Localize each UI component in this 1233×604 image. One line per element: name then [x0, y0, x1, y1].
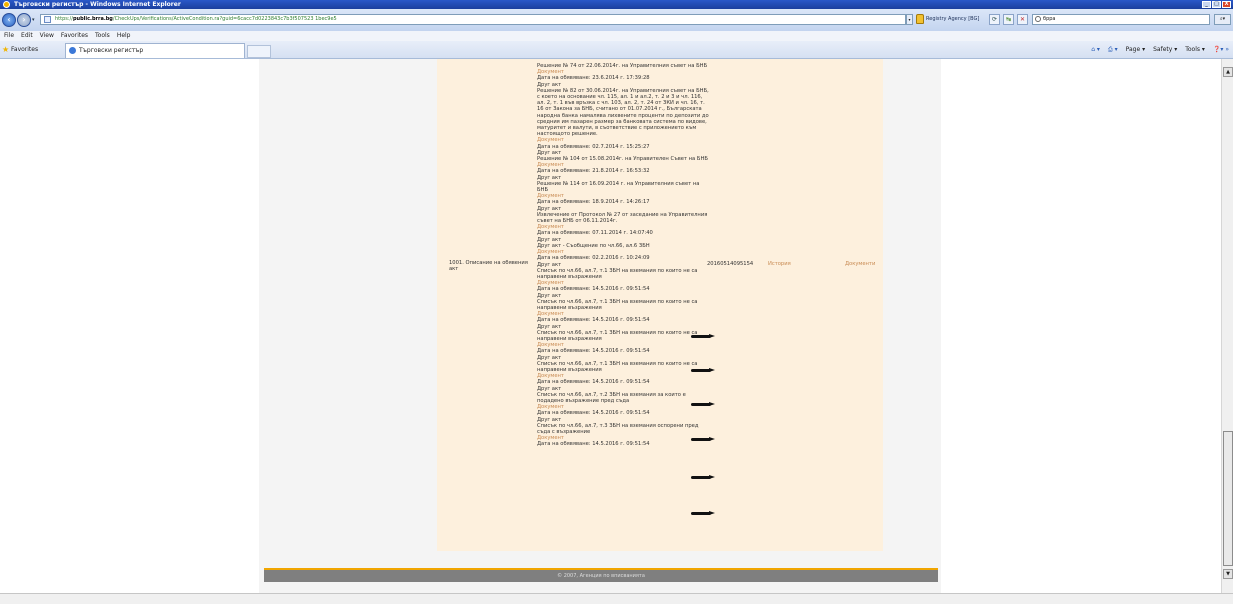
close-button[interactable]: X [1222, 1, 1231, 8]
url-domain: public.brra.bg [72, 16, 113, 22]
search-button[interactable]: ⌕▾ [1214, 14, 1231, 25]
entry-text: Решение № 82 от 30.06.2014г. на Управите… [537, 87, 709, 138]
address-bar: ‹ › ▾ https://public.brra.bg/CheckUps/Ve… [0, 9, 1233, 31]
menu-bar: File Edit View Favorites Tools Help [0, 31, 1233, 41]
entry-text: Решение № 114 от 16.09.2014 г. на Управи… [537, 180, 700, 194]
menu-view[interactable]: View [40, 31, 54, 41]
page-icon [44, 16, 51, 23]
page-menu[interactable]: Page ▾ [1126, 45, 1145, 55]
entry-text: Списък по чл.66, ал.7, т.1 ЗБН на вземан… [537, 329, 698, 342]
entry-text: Списък по чл.66, ал.7, т.1 ЗБН на вземан… [537, 298, 698, 311]
url-input[interactable]: https://public.brra.bg/CheckUps/Verifica… [40, 14, 906, 25]
menu-file[interactable]: File [4, 31, 14, 41]
entry-text: Извлечение от Протокол № 27 от заседание… [537, 211, 708, 225]
ie-tab-icon [69, 47, 76, 54]
minimize-button[interactable]: _ [1202, 1, 1211, 8]
field-label: 1001. Описание на обявения акт [449, 260, 528, 273]
safety-menu[interactable]: Safety ▾ [1153, 45, 1177, 55]
tools-menu[interactable]: Tools ▾ [1185, 45, 1205, 55]
search-value: бppa [1043, 16, 1056, 22]
star-icon: ★ [2, 45, 10, 54]
entry-text: Списък по чл.66, ал.7, т.2 ЗБН на вземан… [537, 391, 686, 404]
print-icon[interactable]: ⎙ ▾ [1108, 45, 1118, 55]
entry-text: Списък по чл.66, ал.7, т.1 ЗБН на вземан… [537, 267, 698, 280]
home-icon[interactable]: ⌂ ▾ [1091, 45, 1100, 55]
arrow-marker-icon [691, 334, 717, 339]
page-container: 1001. Описание на обявения акт Решение №… [259, 59, 941, 593]
window-title: Търговски регистър - Windows Internet Ex… [14, 1, 181, 8]
lock-icon[interactable] [916, 14, 924, 24]
url-scheme: https:// [55, 16, 73, 22]
url-path: /CheckUps/Verifications/ActiveCondition.… [112, 16, 337, 22]
arrow-marker-icon [691, 368, 717, 373]
help-icon[interactable]: ❓▾ » [1213, 45, 1229, 55]
vertical-scrollbar[interactable]: ▲ ▼ [1221, 59, 1233, 593]
menu-edit[interactable]: Edit [21, 31, 33, 41]
compatibility-view-icon[interactable]: ↹ [1003, 14, 1014, 25]
arrow-marker-icon [691, 475, 717, 480]
page-footer: © 2007, Агенция по вписванията [264, 568, 938, 582]
command-bar: ⌂ ▾ ⎙ ▾ Page ▾ Safety ▾ Tools ▾ ❓▾ » [1091, 45, 1229, 55]
favorites-button[interactable]: ★ Favorites [2, 45, 38, 55]
window-title-bar: Търговски регистър - Windows Internet Ex… [0, 0, 1233, 9]
scroll-up-icon[interactable]: ▲ [1223, 67, 1233, 77]
favorites-label: Favorites [11, 46, 39, 53]
history-link[interactable]: История [768, 261, 791, 267]
menu-tools[interactable]: Tools [95, 31, 110, 41]
url-dropdown-icon[interactable]: ▾ [906, 14, 913, 25]
refresh-icon[interactable]: ⟳ [989, 14, 1000, 25]
window-controls: _ □ X [1202, 1, 1231, 8]
tab-active[interactable]: Търговски регистър [65, 43, 245, 58]
tab-title: Търговски регистър [79, 47, 144, 54]
status-bar [0, 593, 1233, 604]
new-tab-button[interactable] [247, 45, 271, 58]
entry-text: Списък по чл.66, ал.7, т.3 ЗБН на вземан… [537, 422, 699, 435]
menu-help[interactable]: Help [117, 31, 131, 41]
favorites-bar: ★ Favorites Търговски регистър ⌂ ▾ ⎙ ▾ P… [0, 41, 1233, 59]
search-icon [1035, 16, 1041, 22]
entries-list: Решение № 74 от 22.06.2014г. на Управите… [537, 63, 709, 448]
site-identity[interactable]: Registry Agency [BG] [926, 14, 979, 25]
page-viewport: 1001. Описание на обявения акт Решение №… [0, 59, 1221, 593]
back-arrow-icon[interactable]: ‹ [2, 13, 16, 27]
forward-arrow-icon[interactable]: › [17, 13, 31, 27]
menu-favorites[interactable]: Favorites [61, 31, 88, 41]
arrow-marker-icon [691, 437, 717, 442]
search-input[interactable]: бppa [1032, 14, 1210, 25]
arrow-marker-icon [691, 402, 717, 407]
entry-text: Дата на обявяване: 14.5.2016 г. 09:51:54 [537, 441, 650, 448]
history-dropdown-icon[interactable]: ▾ [32, 17, 35, 23]
documents-link[interactable]: Документи [845, 261, 875, 267]
registration-number: 20160514095154 [707, 261, 754, 267]
record-panel: 1001. Описание на обявения акт Решение №… [437, 59, 883, 551]
stop-icon[interactable]: ✕ [1017, 14, 1028, 25]
scroll-thumb[interactable] [1223, 431, 1233, 566]
ie-icon [3, 1, 10, 8]
arrow-marker-icon [691, 511, 717, 516]
entry-text: Списък по чл.66, ал.7, т.1 ЗБН на вземан… [537, 360, 698, 373]
maximize-button[interactable]: □ [1212, 1, 1221, 8]
scroll-down-icon[interactable]: ▼ [1223, 569, 1233, 579]
